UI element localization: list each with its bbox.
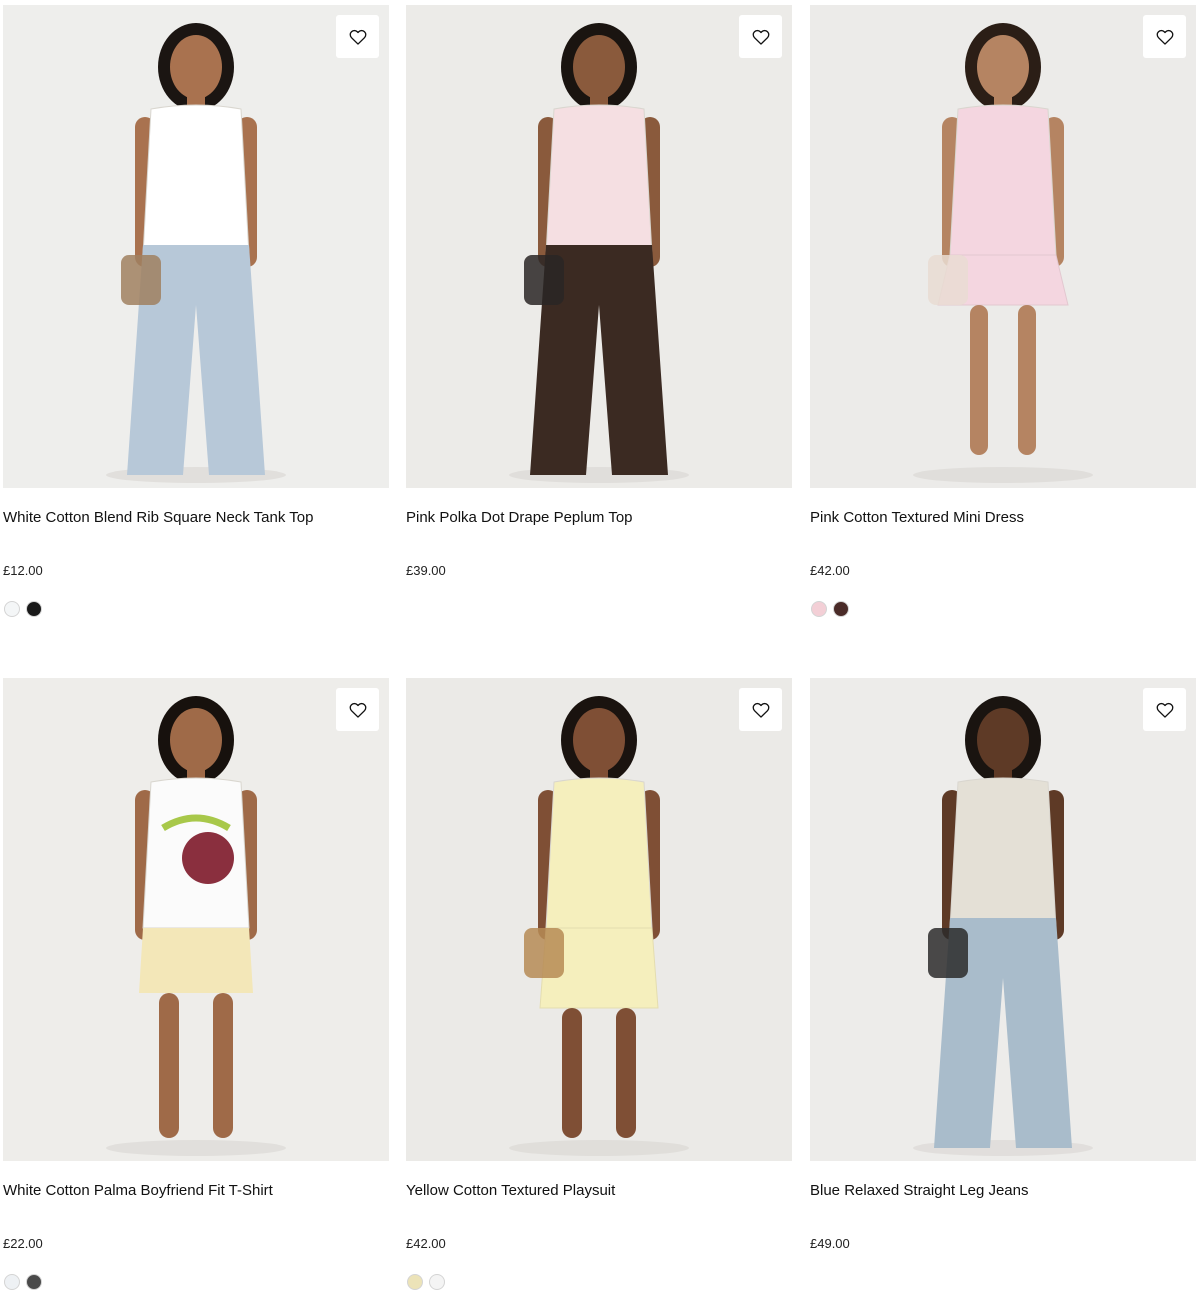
color-swatches	[4, 601, 42, 617]
product-image[interactable]	[810, 5, 1196, 488]
color-swatch[interactable]	[811, 601, 827, 617]
product-price: £42.00	[810, 563, 850, 578]
product-card[interactable]: Pink Cotton Textured Mini Dress £42.00	[810, 5, 1196, 617]
product-image[interactable]	[406, 678, 792, 1161]
heart-icon	[1156, 29, 1173, 45]
heart-icon	[1156, 702, 1173, 718]
wishlist-button[interactable]	[336, 15, 379, 58]
wishlist-button[interactable]	[336, 688, 379, 731]
product-image[interactable]	[810, 678, 1196, 1161]
wishlist-button[interactable]	[739, 688, 782, 731]
color-swatch[interactable]	[4, 601, 20, 617]
product-card[interactable]: Yellow Cotton Textured Playsuit £42.00	[406, 678, 792, 1290]
product-image[interactable]	[406, 5, 792, 488]
color-swatch[interactable]	[26, 601, 42, 617]
heart-icon	[752, 29, 769, 45]
color-swatch[interactable]	[26, 1274, 42, 1290]
product-price: £42.00	[406, 1236, 446, 1251]
product-name[interactable]: Pink Polka Dot Drape Peplum Top	[406, 508, 792, 528]
product-image[interactable]	[3, 5, 389, 488]
heart-icon	[752, 702, 769, 718]
wishlist-button[interactable]	[1143, 15, 1186, 58]
product-price: £49.00	[810, 1236, 850, 1251]
product-card[interactable]: White Cotton Blend Rib Square Neck Tank …	[3, 5, 389, 617]
color-swatches	[811, 601, 849, 617]
color-swatch[interactable]	[429, 1274, 445, 1290]
color-swatches	[407, 1274, 445, 1290]
color-swatches	[4, 1274, 42, 1290]
product-card[interactable]: White Cotton Palma Boyfriend Fit T-Shirt…	[3, 678, 389, 1290]
color-swatch[interactable]	[4, 1274, 20, 1290]
product-price: £12.00	[3, 563, 43, 578]
product-name[interactable]: Blue Relaxed Straight Leg Jeans	[810, 1181, 1196, 1201]
product-name[interactable]: White Cotton Palma Boyfriend Fit T-Shirt	[3, 1181, 389, 1201]
heart-icon	[349, 702, 366, 718]
product-image[interactable]	[3, 678, 389, 1161]
color-swatch[interactable]	[833, 601, 849, 617]
wishlist-button[interactable]	[739, 15, 782, 58]
heart-icon	[349, 29, 366, 45]
product-name[interactable]: White Cotton Blend Rib Square Neck Tank …	[3, 508, 389, 528]
product-grid: White Cotton Blend Rib Square Neck Tank …	[0, 0, 1200, 1295]
color-swatch[interactable]	[407, 1274, 423, 1290]
product-price: £22.00	[3, 1236, 43, 1251]
wishlist-button[interactable]	[1143, 688, 1186, 731]
product-price: £39.00	[406, 563, 446, 578]
product-card[interactable]: Blue Relaxed Straight Leg Jeans £49.00	[810, 678, 1196, 1251]
product-name[interactable]: Yellow Cotton Textured Playsuit	[406, 1181, 792, 1201]
product-name[interactable]: Pink Cotton Textured Mini Dress	[810, 508, 1196, 528]
product-card[interactable]: Pink Polka Dot Drape Peplum Top £39.00	[406, 5, 792, 578]
